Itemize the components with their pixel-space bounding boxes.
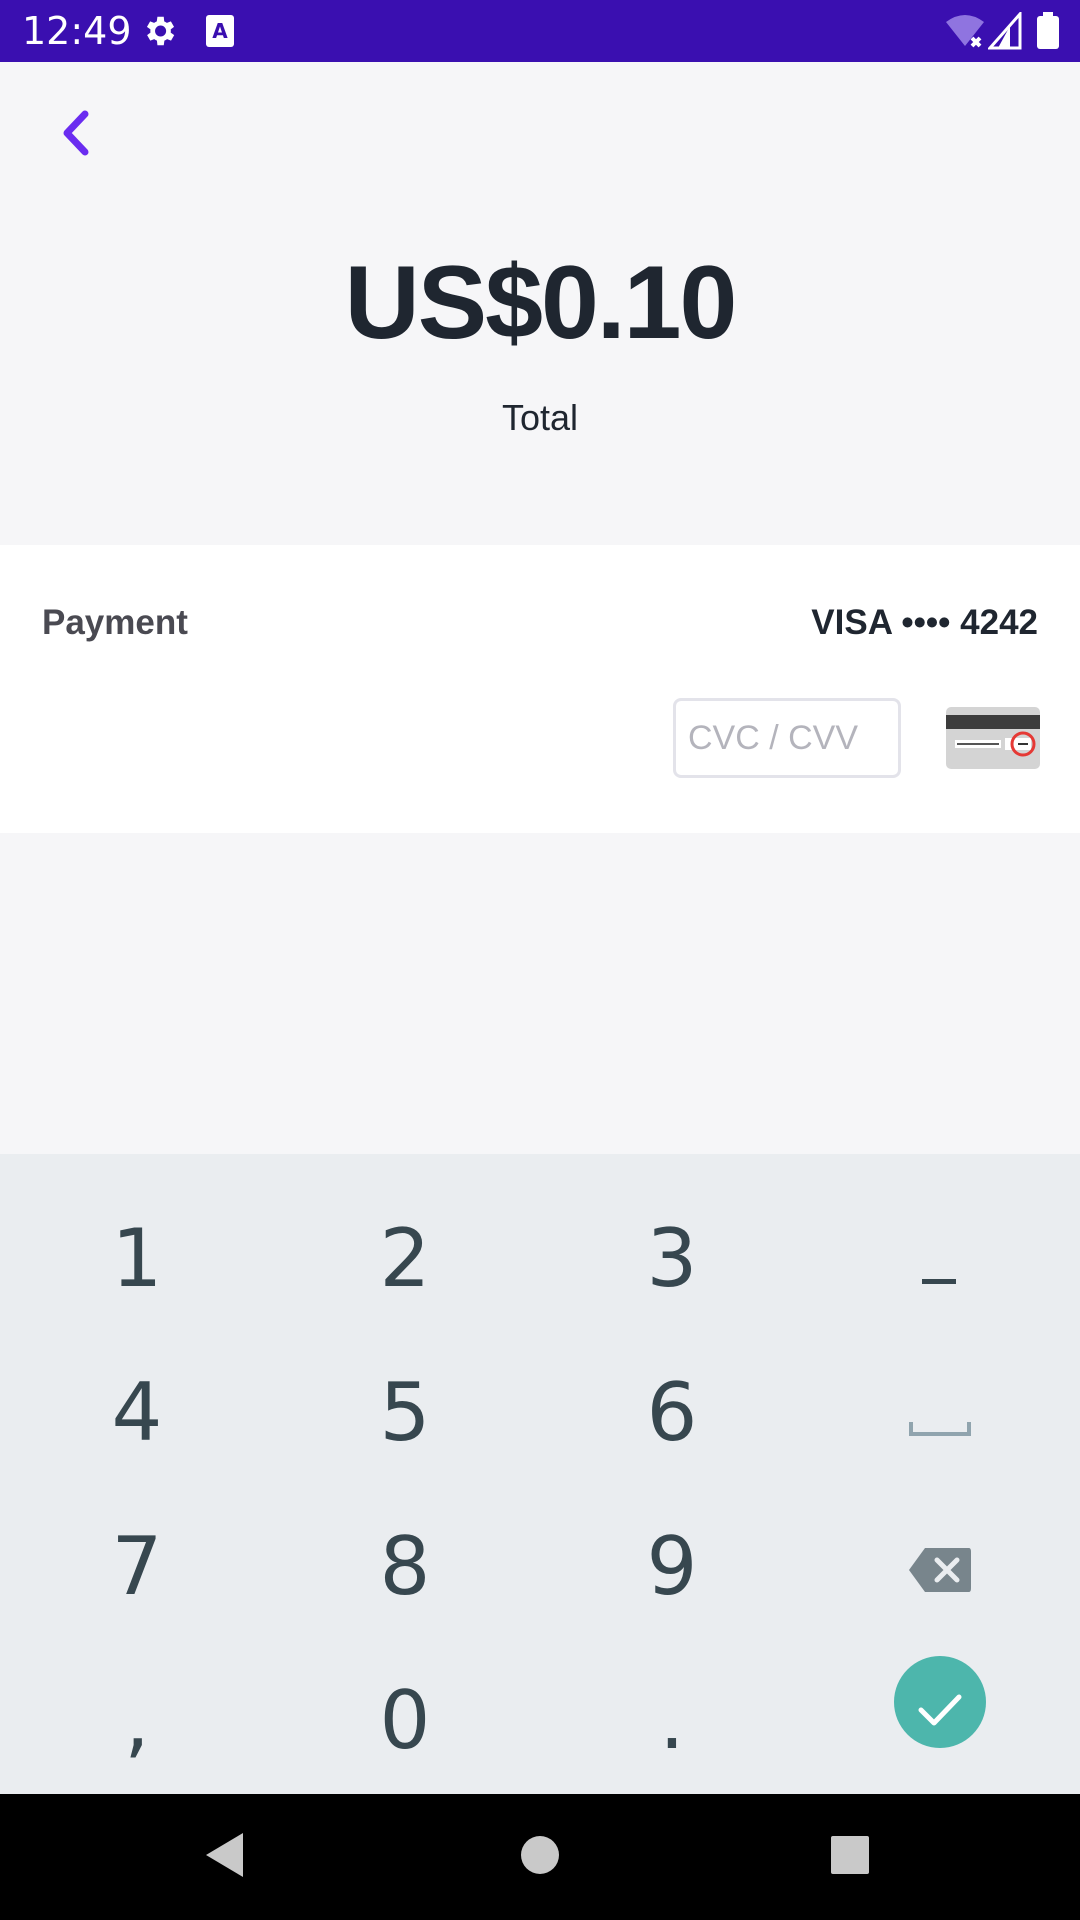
svg-text:A: A	[212, 19, 228, 43]
key-space[interactable]	[820, 1342, 1060, 1482]
backspace-icon	[907, 1520, 973, 1613]
key-period[interactable]: .	[552, 1650, 792, 1790]
a11y-a-icon: A	[205, 14, 235, 53]
nav-home-button[interactable]	[510, 1827, 570, 1887]
key-2[interactable]: 2	[285, 1188, 525, 1328]
back-button[interactable]	[40, 100, 110, 170]
key-5[interactable]: 5	[285, 1342, 525, 1482]
done-button[interactable]	[894, 1656, 986, 1748]
settings-icon	[140, 12, 178, 55]
key-8[interactable]: 8	[285, 1496, 525, 1636]
key-0[interactable]: 0	[285, 1650, 525, 1790]
card-summary: VISA •••• 4242	[811, 603, 1038, 642]
key-backspace[interactable]	[820, 1496, 1060, 1636]
done-key[interactable]	[820, 1632, 1060, 1772]
key-comma[interactable]: ,	[17, 1650, 257, 1790]
key-7[interactable]: 7	[17, 1496, 257, 1636]
key-4[interactable]: 4	[17, 1342, 257, 1482]
total-label: Total	[501, 397, 579, 438]
total-amount: US$0.10	[344, 245, 738, 361]
wifi-off-icon	[944, 12, 986, 55]
minus-icon	[920, 1212, 960, 1305]
system-nav-bar	[0, 1794, 1080, 1920]
numeric-keypad: 1 2 3 4 5 6 7 8 9 , 0 .	[0, 1154, 1080, 1794]
cvc-input[interactable]	[673, 698, 901, 778]
home-circle-icon	[520, 1835, 560, 1880]
checkmark-icon	[916, 1656, 964, 1749]
chevron-left-icon	[55, 108, 95, 163]
key-6[interactable]: 6	[552, 1342, 792, 1482]
status-bar: 12:49 A	[0, 0, 1080, 62]
payment-panel: Payment VISA •••• 4242	[0, 545, 1080, 833]
back-triangle-icon	[203, 1831, 247, 1884]
nav-recents-button[interactable]	[820, 1827, 880, 1887]
signal-icon	[986, 10, 1022, 55]
key-minus[interactable]	[820, 1188, 1060, 1328]
card-back-cvc-icon	[945, 706, 1041, 775]
nav-back-button[interactable]	[195, 1827, 255, 1887]
status-time: 12:49	[22, 9, 132, 53]
recents-square-icon	[830, 1835, 870, 1880]
key-9[interactable]: 9	[552, 1496, 792, 1636]
key-3[interactable]: 3	[552, 1188, 792, 1328]
battery-icon	[1036, 12, 1060, 55]
payment-label: Payment	[42, 603, 188, 642]
key-1[interactable]: 1	[17, 1188, 257, 1328]
space-icon	[908, 1366, 972, 1459]
